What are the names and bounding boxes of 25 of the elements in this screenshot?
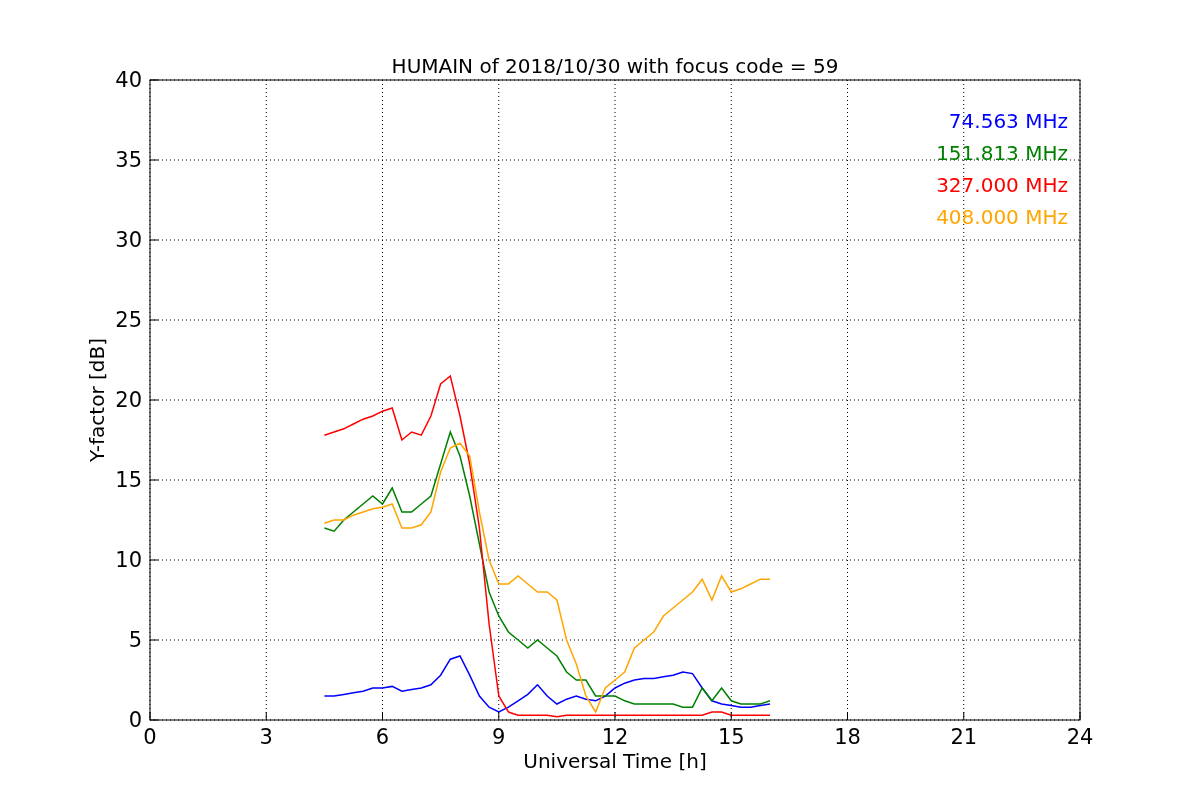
tick-label: 35 bbox=[115, 148, 142, 172]
tick-label: 0 bbox=[128, 708, 142, 732]
tick-label: 18 bbox=[834, 725, 861, 749]
axis-label: Y-factor [dB] bbox=[85, 338, 109, 462]
tick-label: 20 bbox=[115, 388, 142, 412]
legend-entry: 151.813 MHz bbox=[936, 141, 1068, 165]
tick-label: 12 bbox=[601, 725, 629, 749]
legend-entry: 408.000 MHz bbox=[936, 205, 1068, 229]
legend-entry: 74.563 MHz bbox=[948, 109, 1068, 133]
tick-label: 40 bbox=[115, 68, 142, 92]
tick-label: 15 bbox=[115, 468, 142, 492]
tick-label: 15 bbox=[717, 725, 745, 749]
tick-label: 5 bbox=[128, 628, 142, 652]
tick-label: 6 bbox=[375, 725, 390, 749]
tick-label: 10 bbox=[115, 548, 142, 572]
legend-entry: 327.000 MHz bbox=[936, 173, 1068, 197]
tick-label: 0 bbox=[143, 725, 157, 749]
tick-label: 3 bbox=[259, 725, 273, 749]
tick-label: 30 bbox=[115, 228, 142, 252]
axis-label: Universal Time [h] bbox=[523, 749, 707, 773]
tick-label: 21 bbox=[950, 725, 978, 749]
tick-label: 24 bbox=[1066, 725, 1094, 749]
tick-label: 25 bbox=[115, 308, 142, 332]
chart-title: HUMAIN of 2018/10/30 with focus code = 59 bbox=[391, 54, 839, 78]
tick-label: 9 bbox=[492, 725, 506, 749]
